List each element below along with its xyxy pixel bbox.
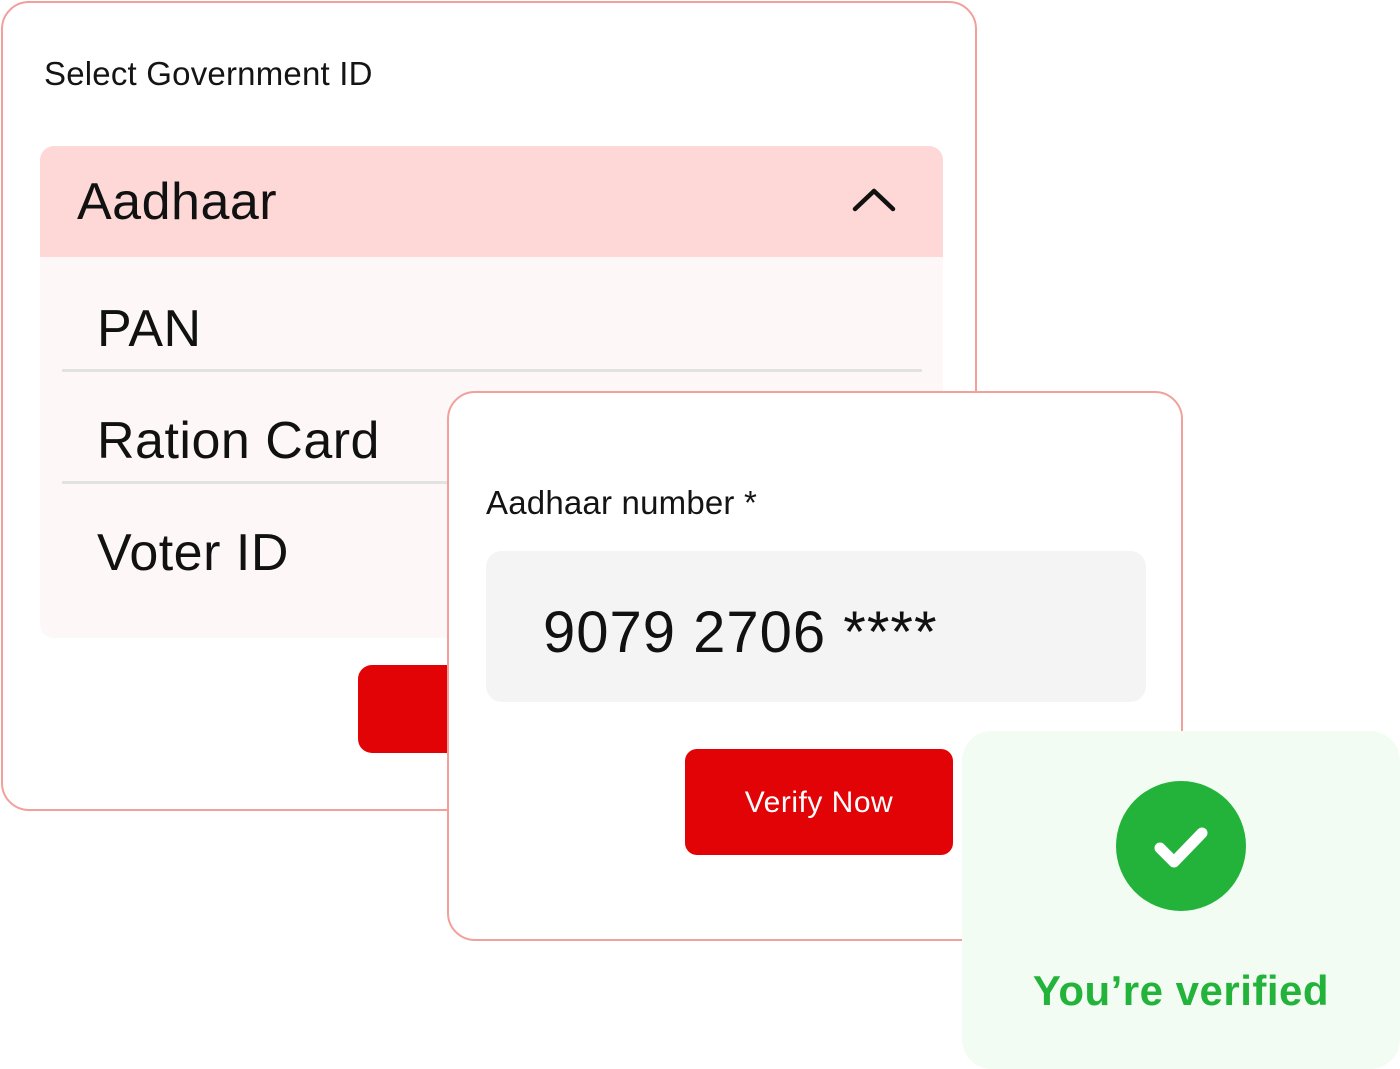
- option-label: Ration Card: [97, 412, 380, 470]
- dropdown-option-pan[interactable]: PAN: [62, 257, 922, 372]
- verified-message: You’re verified: [1032, 967, 1330, 1014]
- verification-success-card: You’re verified: [962, 731, 1400, 1069]
- dropdown-selected-aadhaar[interactable]: Aadhaar: [40, 146, 943, 257]
- aadhaar-number-input[interactable]: 9079 2706 ****: [486, 551, 1146, 702]
- checkmark-icon: [1154, 827, 1208, 868]
- verify-now-button[interactable]: Verify Now: [685, 749, 953, 855]
- check-circle-icon: [1116, 781, 1246, 911]
- aadhaar-number-label: Aadhaar number *: [486, 484, 758, 521]
- option-label: Voter ID: [97, 524, 289, 582]
- dropdown-selected-label: Aadhaar: [77, 173, 278, 231]
- chevron-up-icon[interactable]: [852, 184, 896, 214]
- select-id-title: Select Government ID: [44, 55, 373, 92]
- aadhaar-number-value: 9079 2706 ****: [543, 600, 938, 665]
- verify-now-label: Verify Now: [744, 786, 894, 819]
- option-label: PAN: [97, 300, 202, 358]
